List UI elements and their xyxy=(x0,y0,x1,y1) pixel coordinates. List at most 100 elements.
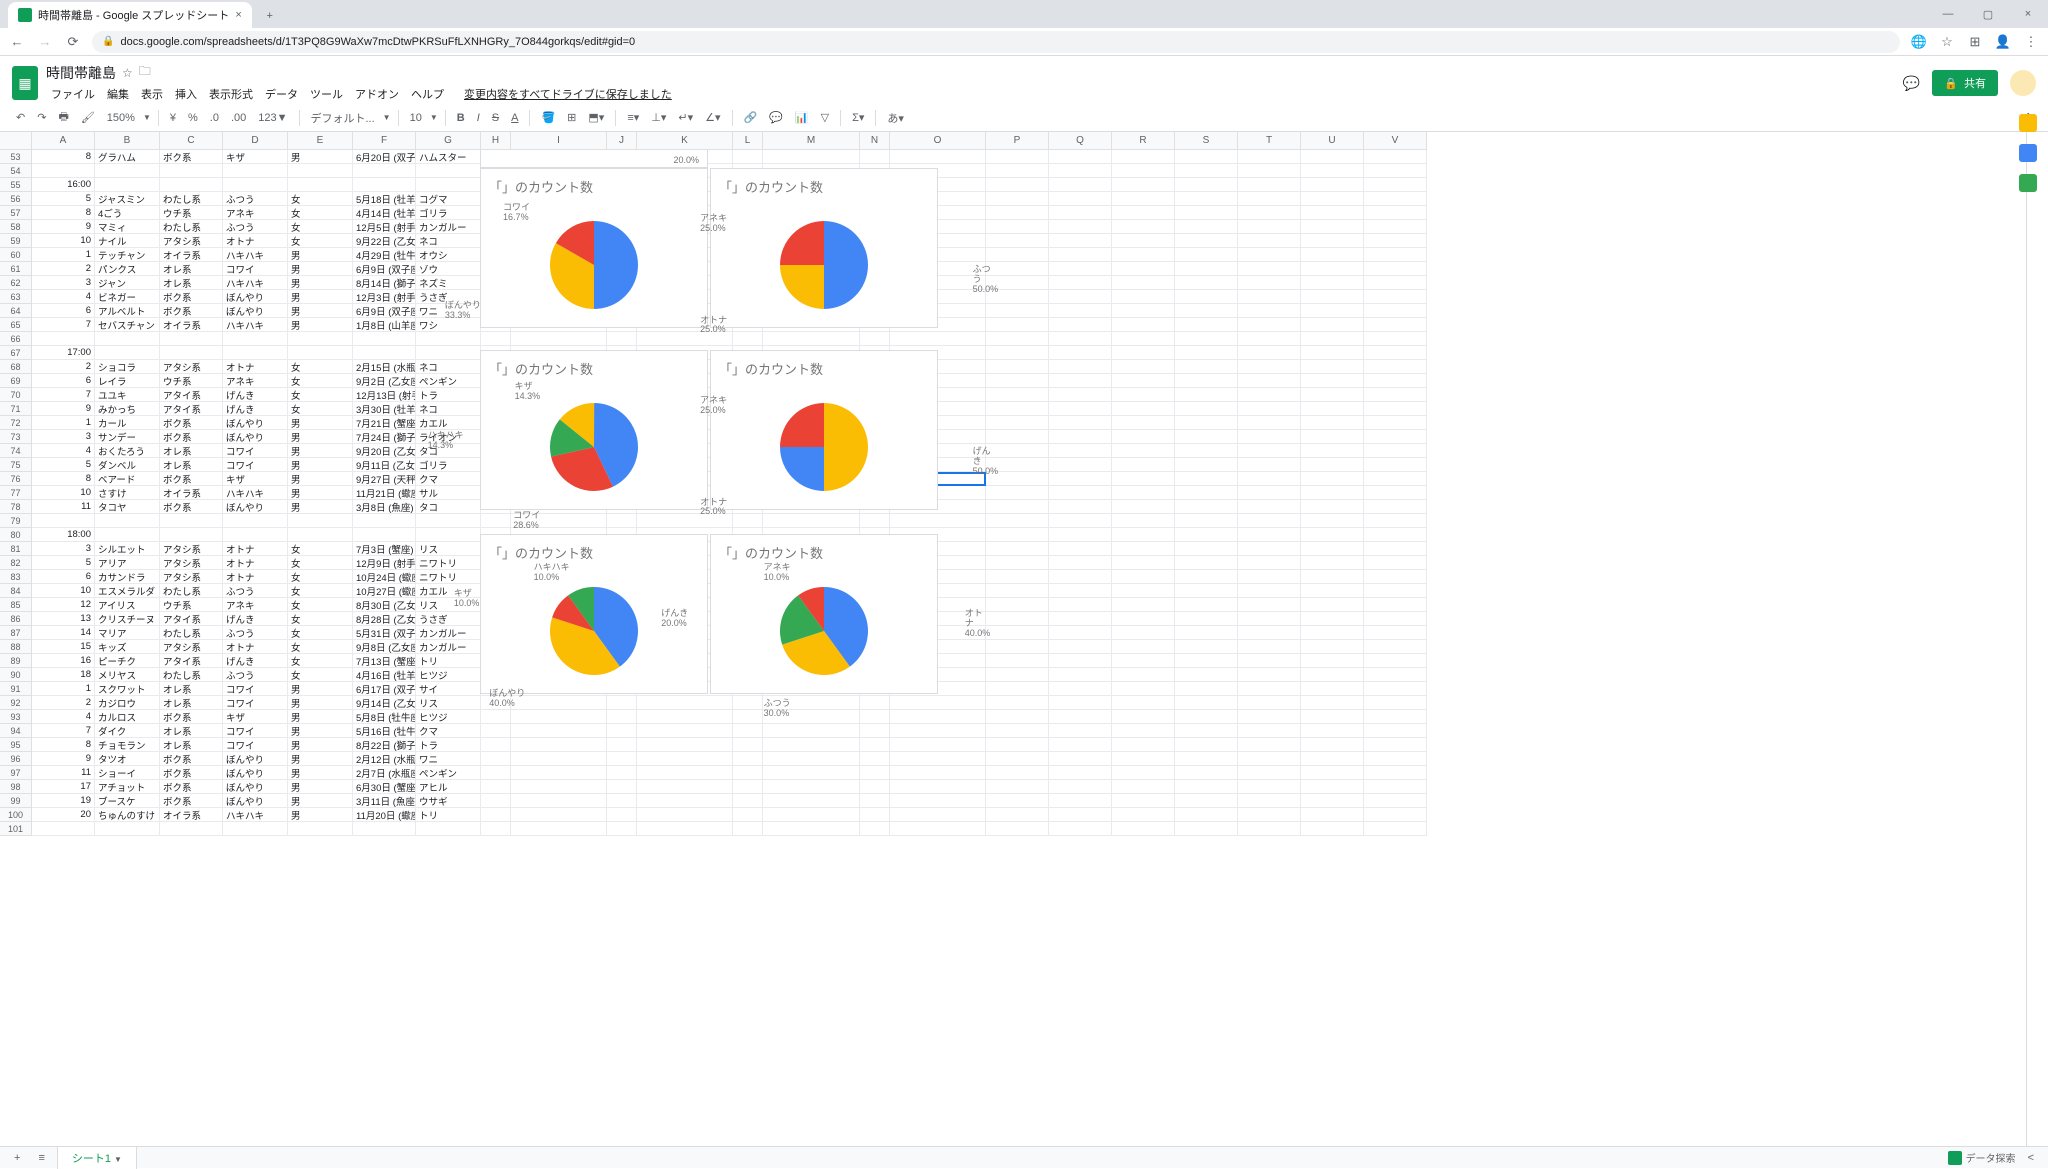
cell[interactable] xyxy=(416,346,481,360)
cell[interactable] xyxy=(860,738,890,752)
row-header[interactable]: 66 xyxy=(0,332,32,346)
rotate-icon[interactable]: ∠▾ xyxy=(701,109,724,126)
cell[interactable]: コワイ xyxy=(223,738,288,752)
bold-icon[interactable]: B xyxy=(453,110,469,126)
cell[interactable]: 8 xyxy=(32,472,95,486)
cell[interactable]: オイラ系 xyxy=(160,486,223,500)
menu-ヘルプ[interactable]: ヘルプ xyxy=(406,84,449,104)
cell[interactable] xyxy=(1301,206,1364,220)
cell[interactable]: コワイ xyxy=(223,696,288,710)
cell[interactable] xyxy=(607,752,637,766)
cell[interactable] xyxy=(986,598,1049,612)
cell[interactable] xyxy=(416,822,481,836)
cell[interactable] xyxy=(416,332,481,346)
cell[interactable]: ネズミ xyxy=(416,276,481,290)
cell[interactable] xyxy=(1364,262,1427,276)
cell[interactable]: セバスチャン xyxy=(95,318,160,332)
cell[interactable]: タコヤ xyxy=(95,500,160,514)
cell[interactable] xyxy=(1049,626,1112,640)
cell[interactable] xyxy=(890,752,986,766)
cell[interactable] xyxy=(481,766,511,780)
cell[interactable] xyxy=(1364,668,1427,682)
more-formats-icon[interactable]: 123▼ xyxy=(254,110,291,126)
cell[interactable] xyxy=(1175,472,1238,486)
cell[interactable] xyxy=(1049,584,1112,598)
cell[interactable]: 男 xyxy=(288,486,353,500)
cell[interactable] xyxy=(95,514,160,528)
cell[interactable]: カサンドラ xyxy=(95,570,160,584)
cell[interactable] xyxy=(1049,486,1112,500)
cell[interactable] xyxy=(1175,234,1238,248)
col-header-N[interactable]: N xyxy=(860,132,890,150)
cell[interactable]: ショコラ xyxy=(95,360,160,374)
currency-icon[interactable]: ¥ xyxy=(166,110,180,126)
cell[interactable]: 9月8日 (乙女座) xyxy=(353,640,416,654)
cell[interactable]: ショーイ xyxy=(95,766,160,780)
cell[interactable] xyxy=(481,710,511,724)
cell[interactable]: ボク系 xyxy=(160,150,223,164)
cell[interactable] xyxy=(1175,584,1238,598)
cell[interactable] xyxy=(511,332,607,346)
menu-編集[interactable]: 編集 xyxy=(102,84,134,104)
cell[interactable] xyxy=(1364,780,1427,794)
cell[interactable]: ボク系 xyxy=(160,290,223,304)
cell[interactable] xyxy=(986,752,1049,766)
cell[interactable] xyxy=(1049,178,1112,192)
cell[interactable]: 6月17日 (双子座) xyxy=(353,682,416,696)
cell[interactable] xyxy=(1364,570,1427,584)
cell[interactable]: 男 xyxy=(288,710,353,724)
cell[interactable] xyxy=(1112,458,1175,472)
cell[interactable] xyxy=(223,178,288,192)
cell[interactable]: 男 xyxy=(288,430,353,444)
cell[interactable] xyxy=(1112,766,1175,780)
cell[interactable] xyxy=(1175,192,1238,206)
cell[interactable] xyxy=(1364,430,1427,444)
col-header-C[interactable]: C xyxy=(160,132,223,150)
cell[interactable] xyxy=(763,724,860,738)
cell[interactable] xyxy=(416,528,481,542)
row-header[interactable]: 101 xyxy=(0,822,32,836)
decimal-dec-icon[interactable]: .0 xyxy=(206,110,223,126)
cell[interactable]: アリア xyxy=(95,556,160,570)
cell[interactable] xyxy=(95,822,160,836)
row-header[interactable]: 88 xyxy=(0,640,32,654)
cell[interactable] xyxy=(1301,738,1364,752)
cell[interactable] xyxy=(288,332,353,346)
cell[interactable]: グラハム xyxy=(95,150,160,164)
cell[interactable]: 9月20日 (乙女座) xyxy=(353,444,416,458)
cell[interactable]: 3 xyxy=(32,276,95,290)
menu-アドオン[interactable]: アドオン xyxy=(350,84,404,104)
cell[interactable]: 4月29日 (牡牛座) xyxy=(353,248,416,262)
cell[interactable] xyxy=(1301,654,1364,668)
cell[interactable]: げんき xyxy=(223,612,288,626)
cell[interactable] xyxy=(1112,556,1175,570)
cell[interactable] xyxy=(607,808,637,822)
cell[interactable]: 男 xyxy=(288,458,353,472)
cell[interactable] xyxy=(733,738,763,752)
cell[interactable]: 2月15日 (水瓶座) xyxy=(353,360,416,374)
cell[interactable] xyxy=(607,794,637,808)
cell[interactable] xyxy=(860,780,890,794)
cell[interactable]: 男 xyxy=(288,766,353,780)
cell[interactable] xyxy=(986,304,1049,318)
cell[interactable]: ニワトリ xyxy=(416,570,481,584)
cell[interactable]: ダイク xyxy=(95,724,160,738)
cell[interactable] xyxy=(1238,178,1301,192)
cell[interactable] xyxy=(860,794,890,808)
col-header-H[interactable]: H xyxy=(481,132,511,150)
cell[interactable] xyxy=(890,696,986,710)
cell[interactable] xyxy=(1049,290,1112,304)
cell[interactable] xyxy=(1238,514,1301,528)
cell[interactable] xyxy=(986,192,1049,206)
cell[interactable]: 女 xyxy=(288,598,353,612)
cell[interactable] xyxy=(860,822,890,836)
cell[interactable] xyxy=(1175,304,1238,318)
cell[interactable]: ぼんやり xyxy=(223,752,288,766)
cell[interactable] xyxy=(1238,248,1301,262)
cell[interactable] xyxy=(1175,360,1238,374)
cell[interactable]: オトナ xyxy=(223,640,288,654)
cell[interactable] xyxy=(1112,430,1175,444)
cell[interactable] xyxy=(1238,808,1301,822)
cell[interactable]: 7月3日 (蟹座) xyxy=(353,542,416,556)
user-avatar[interactable] xyxy=(2010,70,2036,96)
